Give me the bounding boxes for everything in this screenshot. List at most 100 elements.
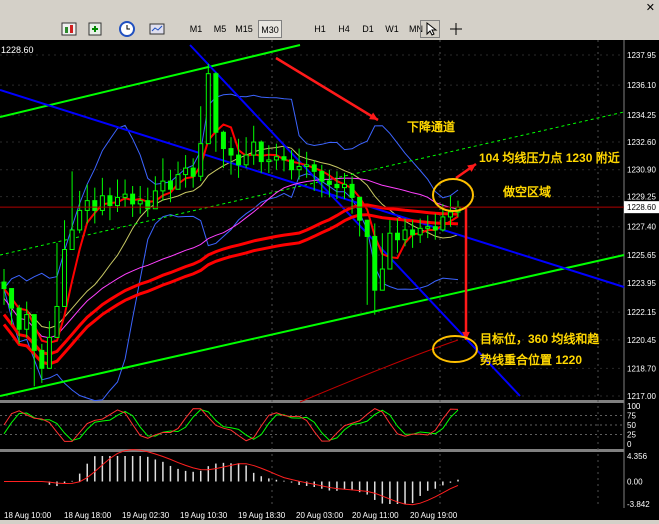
candle-body <box>205 73 211 145</box>
candle-body <box>84 200 90 211</box>
stoch-tick-label: 50 <box>627 421 636 430</box>
candle-body <box>334 183 340 189</box>
price-tick-label: 1223.95 <box>627 279 656 288</box>
timeframe-m15-button[interactable]: M15 <box>232 20 256 38</box>
candle-body <box>387 232 393 270</box>
candle-body <box>425 226 431 229</box>
macd-tick-label: -3.842 <box>627 500 650 509</box>
price-tick-label: 1234.25 <box>627 111 656 120</box>
candle-body <box>228 148 234 156</box>
time-tick-label: 18 Aug 10:00 <box>4 511 52 520</box>
timeframe-h4-button[interactable]: H4 <box>332 20 356 38</box>
time-tick-label: 19 Aug 10:30 <box>180 511 228 520</box>
corner-price-label: 1228.60 <box>1 45 34 55</box>
candle-body <box>273 156 279 161</box>
timeframe-m30-button[interactable]: M30 <box>258 20 282 38</box>
candle-body <box>372 235 378 291</box>
candle-body <box>311 164 317 172</box>
macd-tick-label: 0.00 <box>627 478 643 487</box>
price-tick-label: 1237.95 <box>627 51 656 60</box>
candle-body <box>16 307 22 330</box>
price-tick-label: 1217.00 <box>627 392 656 401</box>
candle-body <box>24 314 30 330</box>
candle-body <box>99 195 105 211</box>
candle-body <box>251 141 257 156</box>
target-label-line1: 目标位，360 均线和趋 <box>480 331 600 346</box>
candle-body <box>432 226 438 231</box>
candle-body <box>304 164 310 167</box>
candle-body <box>289 159 295 171</box>
candle-body <box>137 200 143 205</box>
candle-body <box>417 227 423 236</box>
candle-body <box>440 216 446 231</box>
candle-body <box>349 183 355 198</box>
candle-body <box>130 193 136 205</box>
price-tick-label: 1228.60 <box>627 203 656 212</box>
candle-body <box>342 183 347 189</box>
candle-body <box>198 143 204 177</box>
candle-body <box>31 314 37 351</box>
cursor-icon[interactable] <box>420 20 440 38</box>
candle-body <box>213 73 219 133</box>
candle-body <box>54 305 60 338</box>
candle-body <box>39 349 45 369</box>
candle-body <box>9 288 15 309</box>
price-tick-label: 1220.45 <box>627 336 656 345</box>
candle-body <box>410 229 416 236</box>
toolbar: ✕ M1 M5 M15 M30 H1 H4 D1 W1 MN <box>0 0 659 41</box>
crosshair-icon[interactable] <box>446 20 466 38</box>
time-tick-label: 20 Aug 11:00 <box>352 511 399 520</box>
candle-body <box>447 211 453 218</box>
candle-body <box>326 180 332 185</box>
price-tick-label: 1232.60 <box>627 138 656 147</box>
time-tick-label: 19 Aug 18:30 <box>238 511 286 520</box>
chart-area[interactable]: 1237.95 1236.10 1234.25 1232.60 1230.90 1229.… <box>0 40 659 520</box>
candle-body <box>69 229 75 250</box>
candle-body <box>258 141 264 163</box>
candle-body <box>281 156 287 161</box>
template-icon[interactable] <box>148 20 168 38</box>
chart-wizard-icon[interactable] <box>60 20 80 38</box>
candle-body <box>364 219 370 237</box>
timeframe-h1-button[interactable]: H1 <box>308 20 332 38</box>
timeframe-m1-button[interactable]: M1 <box>184 20 208 38</box>
timeframe-w1-button[interactable]: W1 <box>380 20 404 38</box>
price-tick-label: 1225.65 <box>627 251 656 260</box>
timeframe-m5-button[interactable]: M5 <box>208 20 232 38</box>
price-tick-label: 1230.90 <box>627 166 656 175</box>
candle-body <box>1 281 7 290</box>
candle-body <box>296 165 302 171</box>
candle-body <box>160 180 166 192</box>
candle-body <box>394 232 400 241</box>
candle-body <box>107 195 113 207</box>
candle-body <box>167 180 173 190</box>
time-tick-label: 20 Aug 03:00 <box>296 511 344 520</box>
candle-body <box>236 154 242 166</box>
timeframe-d1-button[interactable]: D1 <box>356 20 380 38</box>
price-tick-label: 1218.70 <box>627 364 656 373</box>
macd-tick-label: 4.356 <box>627 452 648 461</box>
candle-body <box>122 193 128 198</box>
stoch-tick-label: 100 <box>627 402 641 411</box>
candle-body <box>319 170 325 182</box>
candle-body <box>77 209 83 231</box>
close-icon[interactable]: ✕ <box>646 1 655 14</box>
stochastic-panel-bg <box>0 403 624 449</box>
time-tick-label: 20 Aug 19:00 <box>410 511 458 520</box>
price-chart[interactable]: 1237.95 1236.10 1234.25 1232.60 1230.90 1229.… <box>0 40 659 520</box>
time-tick-label: 18 Aug 18:00 <box>64 511 112 520</box>
price-tick-label: 1222.15 <box>627 308 656 317</box>
zoom-icon[interactable] <box>86 20 106 38</box>
candle-body <box>92 200 98 211</box>
target-label-line2: 势线重合位置 1220 <box>480 352 582 367</box>
clock-icon[interactable] <box>118 20 138 38</box>
short-zone-label: 做空区域 <box>502 184 551 199</box>
candle-body <box>115 196 120 207</box>
stoch-tick-label: 0 <box>627 440 632 449</box>
candle-body <box>220 131 226 150</box>
candle-body <box>175 174 181 190</box>
macd-panel-bg <box>0 452 624 508</box>
time-tick-label: 19 Aug 02:30 <box>122 511 170 520</box>
price-tick-label: 1236.10 <box>627 81 656 90</box>
candle-body <box>46 336 52 369</box>
